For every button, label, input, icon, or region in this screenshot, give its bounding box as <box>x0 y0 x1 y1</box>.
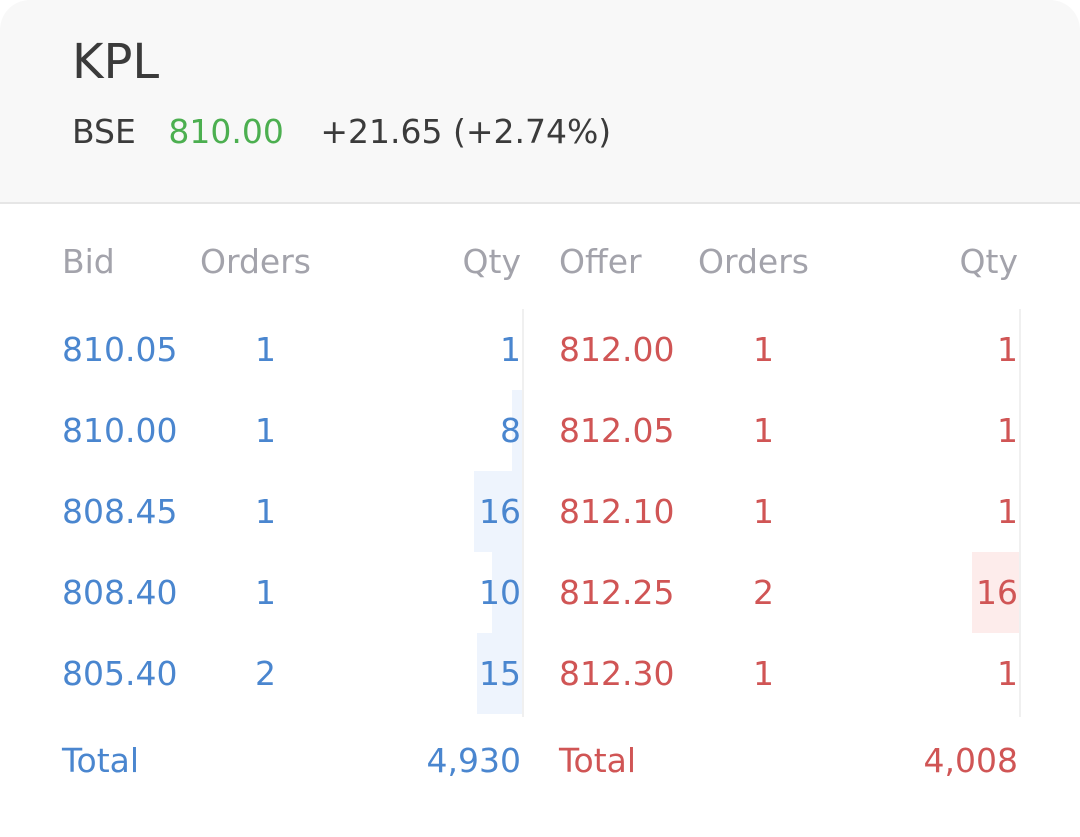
market-depth: Bid Orders Qty Offer Orders Qty 810.05 1… <box>0 204 1080 837</box>
bid-price: 805.40 <box>62 654 178 693</box>
bid-orders: 1 <box>255 330 276 369</box>
exchange-label: BSE <box>72 112 136 151</box>
offer-total-label: Total <box>559 741 637 780</box>
offer-price: 812.25 <box>559 573 675 612</box>
bid-price: 808.45 <box>62 492 178 531</box>
bid-price: 808.40 <box>62 573 178 612</box>
offer-orders: 1 <box>753 411 774 450</box>
bid-qty: 8 <box>500 411 521 450</box>
bid-orders: 1 <box>255 573 276 612</box>
offer-orders: 2 <box>753 573 774 612</box>
offer-price: 812.00 <box>559 330 675 369</box>
bid-total-qty: 4,930 <box>426 741 521 780</box>
instrument-symbol: KPL <box>72 34 160 90</box>
bid-orders-header: Orders <box>200 242 311 281</box>
price-change: +21.65 (+2.74%) <box>320 112 612 151</box>
offer-price: 812.10 <box>559 492 675 531</box>
offer-qty: 1 <box>997 492 1018 531</box>
bid-price: 810.05 <box>62 330 178 369</box>
bid-qty: 1 <box>500 330 521 369</box>
bid-orders: 1 <box>255 411 276 450</box>
bid-qty-header: Qty <box>462 242 521 281</box>
bid-orders: 2 <box>255 654 276 693</box>
instrument-header: KPL BSE 810.00 +21.65 (+2.74%) <box>0 0 1080 204</box>
offer-qty-header: Qty <box>959 242 1018 281</box>
offer-qty: 1 <box>997 654 1018 693</box>
bid-qty: 16 <box>479 492 521 531</box>
offer-qty: 16 <box>976 573 1018 612</box>
offer-orders-header: Orders <box>698 242 809 281</box>
offer-total-qty: 4,008 <box>923 741 1018 780</box>
offer-qty: 1 <box>997 330 1018 369</box>
offer-header: Offer <box>559 242 642 281</box>
offer-orders: 1 <box>753 492 774 531</box>
offer-orders: 1 <box>753 654 774 693</box>
bid-qty: 10 <box>479 573 521 612</box>
offer-orders: 1 <box>753 330 774 369</box>
bid-price: 810.00 <box>62 411 178 450</box>
right-edge-line <box>1019 309 1021 717</box>
bid-header: Bid <box>62 242 115 281</box>
bid-orders: 1 <box>255 492 276 531</box>
offer-price: 812.30 <box>559 654 675 693</box>
last-traded-price: 810.00 <box>168 112 284 151</box>
offer-qty: 1 <box>997 411 1018 450</box>
bid-offer-divider <box>522 309 524 717</box>
bid-total-label: Total <box>62 741 140 780</box>
bid-qty: 15 <box>479 654 521 693</box>
offer-price: 812.05 <box>559 411 675 450</box>
quote-line: BSE 810.00 +21.65 (+2.74%) <box>72 112 611 152</box>
